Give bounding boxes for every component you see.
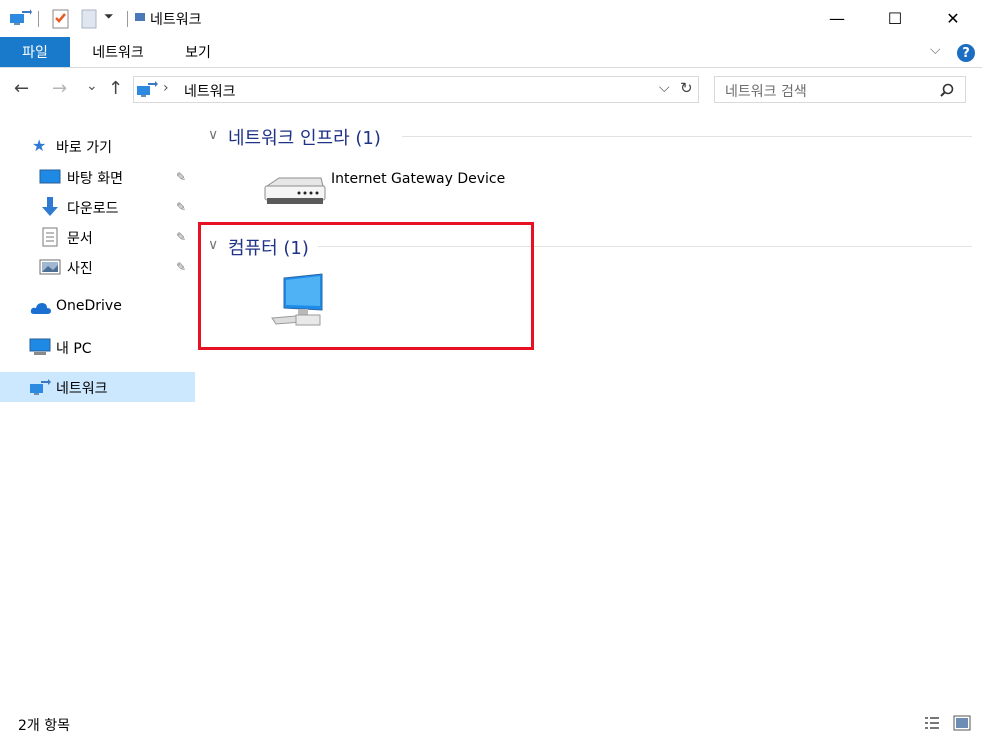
list-item-label: Internet Gateway Device <box>331 171 506 187</box>
pin-icon[interactable]: ✎ <box>176 230 186 244</box>
group-header-network-infrastructure[interactable]: ∨ 네트워크 인프라 (1) <box>206 124 972 149</box>
forward-button[interactable]: → <box>52 78 67 99</box>
address-dropdown-icon[interactable]: ⌵ <box>659 80 670 96</box>
sidebar-item-quick-access[interactable]: ★ 바로 가기 <box>0 132 195 160</box>
document-icon <box>42 227 58 247</box>
close-button[interactable]: ✕ <box>924 0 982 37</box>
list-item-gateway[interactable]: Internet Gateway Device <box>255 160 515 216</box>
pin-icon[interactable]: ✎ <box>176 260 186 274</box>
details-view-icon[interactable] <box>924 716 940 730</box>
address-separator[interactable]: › <box>163 80 169 96</box>
large-icons-view-icon[interactable] <box>953 715 971 731</box>
group-title: 네트워크 인프라 (1) <box>228 128 381 149</box>
sidebar-item-downloads[interactable]: 다운로드 ✎ <box>0 193 195 221</box>
help-icon[interactable]: ? <box>957 44 975 62</box>
window-title: 네트워크 <box>150 12 202 28</box>
sidebar-item-label: 사진 <box>67 261 93 277</box>
status-bar <box>0 712 982 737</box>
sidebar-item-label: 바로 가기 <box>56 140 112 156</box>
sidebar-item-desktop[interactable]: 바탕 화면 ✎ <box>0 163 195 191</box>
pin-icon[interactable]: ✎ <box>176 200 186 214</box>
properties-icon[interactable] <box>52 9 70 29</box>
refresh-icon[interactable]: ↻ <box>680 79 693 97</box>
sidebar-item-network[interactable]: 네트워크 <box>0 372 195 402</box>
sidebar-item-label: 내 PC <box>56 341 92 357</box>
back-button[interactable]: ← <box>14 78 29 99</box>
toolbar-separator <box>38 11 39 27</box>
up-button[interactable]: ↑ <box>108 78 123 99</box>
group-divider <box>402 136 972 137</box>
desktop-icon <box>39 169 61 184</box>
recent-locations-button[interactable]: ⌄ <box>86 78 98 94</box>
help-glyph: ? <box>962 45 970 61</box>
sidebar-item-label: 다운로드 <box>67 201 119 217</box>
sidebar-item-pictures[interactable]: 사진 ✎ <box>0 253 195 281</box>
sidebar-item-onedrive[interactable]: OneDrive <box>0 293 195 321</box>
tab-network[interactable]: 네트워크 <box>80 37 156 67</box>
search-icon[interactable] <box>940 83 954 97</box>
sidebar-item-label: 바탕 화면 <box>67 171 123 187</box>
new-folder-icon[interactable] <box>80 9 98 29</box>
download-icon <box>42 197 58 216</box>
sidebar-item-label: OneDrive <box>56 298 122 314</box>
sidebar-item-label: 문서 <box>67 231 93 247</box>
highlight-box <box>198 222 534 350</box>
picture-icon <box>39 259 61 275</box>
tab-view[interactable]: 보기 <box>170 37 226 67</box>
sidebar-item-label: 네트워크 <box>56 381 108 397</box>
network-icon <box>30 379 51 395</box>
sidebar-item-this-pc[interactable]: 내 PC <box>0 333 195 361</box>
search-input[interactable]: 네트워크 검색 <box>725 81 807 101</box>
router-icon <box>264 177 326 204</box>
ribbon-expand-icon[interactable]: ⌵ <box>930 42 941 58</box>
cloud-icon <box>30 303 51 314</box>
network-small-icon <box>134 10 148 26</box>
maximize-button[interactable]: ☐ <box>866 0 924 37</box>
status-item-count: 2개 항목 <box>18 718 70 734</box>
computer-small-icon <box>29 338 51 355</box>
collapse-icon[interactable]: ∨ <box>208 127 218 143</box>
address-network-icon <box>136 80 158 100</box>
toolbar-separator <box>127 11 128 27</box>
address-location[interactable]: 네트워크 <box>184 81 236 101</box>
star-icon: ★ <box>32 136 47 155</box>
sidebar-item-documents[interactable]: 문서 ✎ <box>0 223 195 251</box>
customize-toolbar-icon[interactable]: ⏷ <box>104 9 114 24</box>
tab-file[interactable]: 파일 <box>0 37 70 67</box>
network-app-icon[interactable] <box>8 8 32 28</box>
pin-icon[interactable]: ✎ <box>176 170 186 184</box>
minimize-button[interactable]: — <box>808 0 866 37</box>
title-bar: ⏷ 네트워크 — ☐ ✕ <box>0 0 982 37</box>
